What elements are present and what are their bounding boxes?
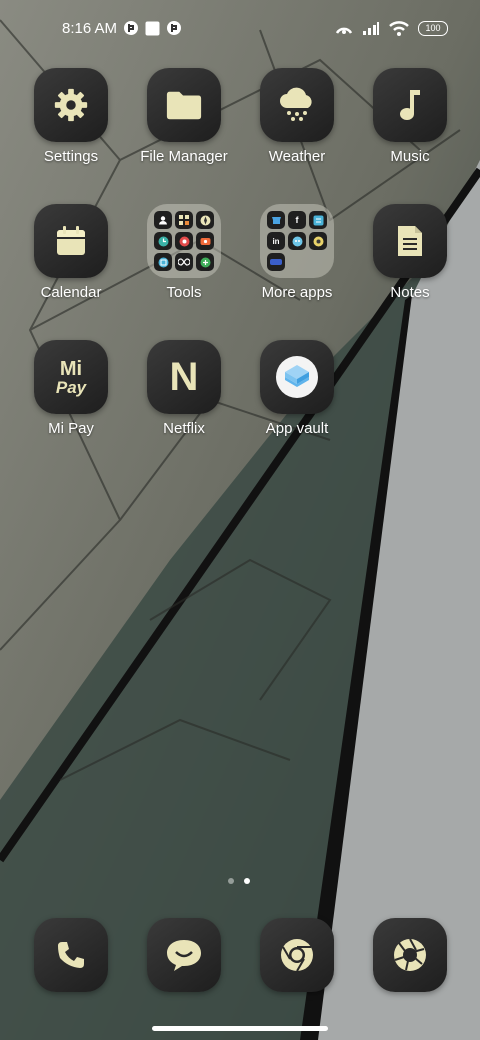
tools-folder-icon — [147, 204, 221, 278]
vpn-key-icon — [123, 20, 139, 36]
wifi-icon — [389, 20, 409, 36]
netflix-icon: N — [147, 340, 221, 414]
calendar-icon — [34, 204, 108, 278]
mi-pay-logo-top: Mi — [59, 357, 83, 380]
clock-icon — [154, 232, 172, 250]
app-file-manager[interactable]: File Manager — [129, 68, 239, 165]
page-indicator — [228, 878, 250, 884]
more-apps-folder-icon: f in — [260, 204, 334, 278]
messages-icon[interactable] — [147, 918, 221, 992]
app-netflix[interactable]: N Netflix — [129, 340, 239, 437]
app-notes[interactable]: Notes — [355, 204, 465, 301]
mi-pay-logo-bottom: Pay — [55, 377, 87, 397]
status-bar: 8:16 AM 100 — [0, 0, 480, 56]
scanner-icon — [154, 253, 172, 271]
folder-more-apps[interactable]: f in More apps — [242, 204, 352, 301]
app-label: More apps — [261, 284, 333, 301]
app-vault-icon — [260, 340, 334, 414]
compass-icon — [196, 211, 214, 229]
app-label: Netflix — [163, 420, 205, 437]
weather-cloud-icon — [260, 68, 334, 142]
contacts-icon — [154, 211, 172, 229]
game-icon — [288, 232, 306, 250]
app-label: Weather — [268, 148, 326, 165]
app-settings[interactable]: Settings — [16, 68, 126, 165]
infinity-icon — [175, 253, 193, 271]
app-icon — [309, 211, 327, 229]
page-dot[interactable] — [228, 878, 234, 884]
music-note-icon — [373, 68, 447, 142]
mi-pay-icon: Mi Pay — [34, 340, 108, 414]
folder-tools[interactable]: Tools — [129, 204, 239, 301]
app-label: File Manager — [140, 148, 228, 165]
app-weather[interactable]: Weather — [242, 68, 352, 165]
app-label: Music — [390, 148, 430, 165]
screen-recorder-icon — [196, 232, 214, 250]
netflix-logo: N — [169, 354, 199, 399]
calculator-icon — [175, 211, 193, 229]
vpn-key-icon — [166, 20, 182, 36]
app-label: Calendar — [40, 284, 102, 301]
linkedin-icon: in — [267, 232, 285, 250]
app-mi-pay[interactable]: Mi Pay Mi Pay — [16, 340, 126, 437]
battery-indicator: 100 — [418, 20, 448, 36]
camera-icon[interactable] — [373, 918, 447, 992]
status-time: 8:16 AM — [62, 19, 118, 37]
app-label: Mi Pay — [48, 420, 94, 437]
settings-icon — [34, 68, 108, 142]
folder-icon — [147, 68, 221, 142]
store-icon — [267, 211, 285, 229]
app-label: App vault — [265, 420, 329, 437]
app-calendar[interactable]: Calendar — [16, 204, 126, 301]
app-icon — [309, 232, 327, 250]
app-label: Tools — [166, 284, 202, 301]
facebook-icon: f — [288, 211, 306, 229]
chrome-icon[interactable] — [260, 918, 334, 992]
phone-icon[interactable] — [34, 918, 108, 992]
app-icon — [267, 253, 285, 271]
notes-icon — [373, 204, 447, 278]
page-dot-active[interactable] — [244, 878, 250, 884]
app-app-vault[interactable]: App vault — [242, 340, 352, 437]
app-label: Settings — [43, 148, 99, 165]
app-label: Notes — [390, 284, 430, 301]
app-music[interactable]: Music — [355, 68, 465, 165]
home-indicator[interactable] — [152, 1026, 328, 1031]
recorder-icon — [175, 232, 193, 250]
cleaner-icon — [196, 253, 214, 271]
hotspot-icon — [335, 21, 353, 35]
square-notification-icon — [145, 21, 160, 36]
signal-icon — [362, 21, 380, 35]
